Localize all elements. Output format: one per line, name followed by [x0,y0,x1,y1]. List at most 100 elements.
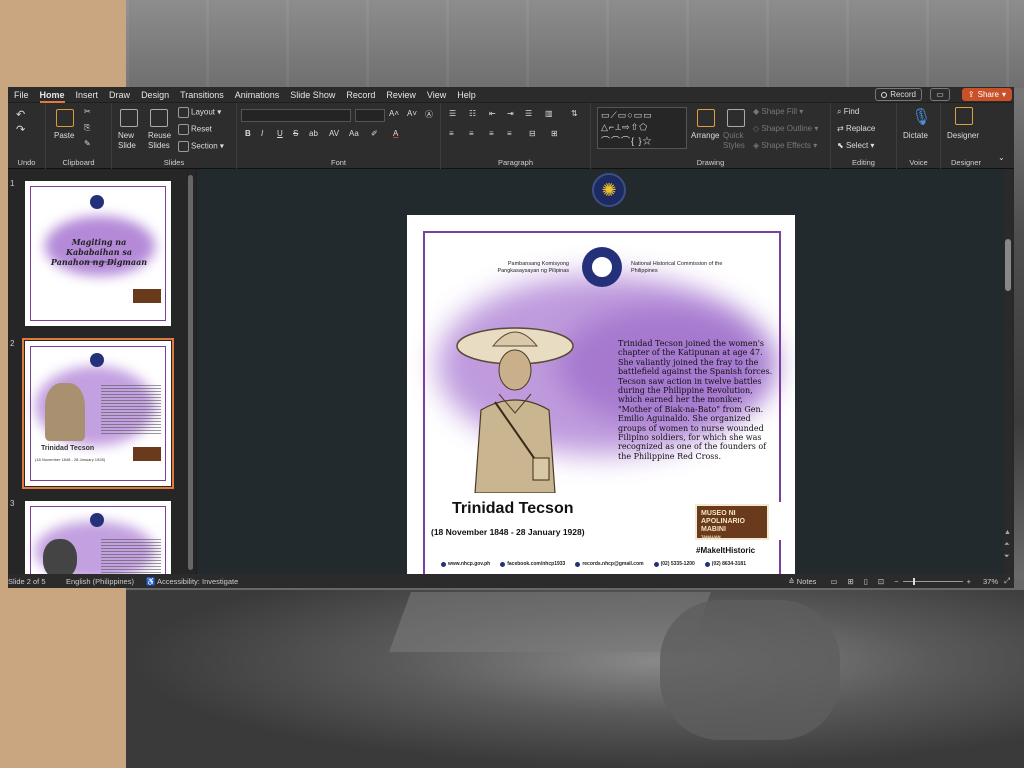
quick-styles-button[interactable]: Quick Styles [723,131,749,151]
tab-animations[interactable]: Animations [235,90,280,100]
prev-slide-icon[interactable]: ⏶ [1004,541,1010,549]
sun-icon: ✺ [601,179,617,200]
tab-home[interactable]: Home [39,90,65,103]
tab-review[interactable]: Review [386,90,416,100]
layout-button[interactable]: Layout ▾ [178,107,221,118]
columns-icon[interactable]: ▥ [545,109,553,118]
comments-button[interactable]: ▭ [930,88,950,101]
underline-button[interactable]: U [277,129,283,138]
replace-button[interactable]: ⇄ Replace [837,124,875,133]
char-spacing-icon[interactable]: AV [329,129,339,138]
paste-label[interactable]: Paste [54,131,74,140]
shapes-gallery[interactable]: ▭⟋▭○▭▭ △⌐⟂⇨⇧⬠ ⌒⌒⌒{ }☆ [597,107,687,149]
italic-button[interactable]: I [261,129,263,138]
thumbnail-scrollbar[interactable] [188,175,193,570]
shadow-button[interactable]: ab [309,129,318,138]
language-indicator[interactable]: English (Philippines) [66,577,134,586]
record-button[interactable]: Record [875,88,922,101]
smartart-icon[interactable]: ⊞ [551,129,558,138]
designer-button[interactable]: Designer [947,131,979,140]
tab-record[interactable]: Record [346,90,375,100]
shape-outline-button[interactable]: ◇ Shape Outline ▾ [753,124,818,133]
dictate-button[interactable]: Dictate [903,131,928,140]
zoom-out-icon[interactable]: − [894,577,898,586]
shape-fill-button[interactable]: ◆ Shape Fill ▾ [753,107,803,116]
microphone-icon[interactable]: 🎙 [911,107,931,127]
next-slide-icon[interactable]: ⏷ [1004,553,1010,561]
zoom-slider-thumb[interactable] [912,577,915,585]
align-right-icon[interactable]: ≡ [489,129,494,138]
tab-insert[interactable]: Insert [76,90,99,100]
slideshow-icon[interactable]: ⊡ [878,577,884,586]
slide-thumbnail-1[interactable]: Magiting na Kababaihan sa Panahon ng Dig… [25,181,171,326]
thumb2-portrait [45,383,85,441]
arrange-button[interactable]: Arrange [691,131,719,140]
justify-icon[interactable]: ≡ [507,129,512,138]
slide-thumbnail-2[interactable]: Trinidad Tecson (18 November 1848 - 28 J… [22,338,174,489]
align-left-icon[interactable]: ≡ [449,129,454,138]
font-family-select[interactable] [241,109,351,122]
tab-draw[interactable]: Draw [109,90,130,100]
reuse-slides-icon[interactable] [150,109,168,127]
tab-file[interactable]: File [14,90,29,100]
text-direction-icon[interactable]: ⇅ [571,109,578,118]
line-spacing-icon[interactable]: ☰ [525,109,532,118]
accessibility-indicator[interactable]: ♿ Accessibility: Investigate [146,577,238,586]
zoom-in-icon[interactable]: + [967,577,971,586]
fit-slide-icon[interactable]: ⤢ [1004,576,1010,586]
tab-view[interactable]: View [427,90,446,100]
grow-font-icon[interactable]: A˄ [389,109,399,118]
change-case-icon[interactable]: Aa [349,129,359,138]
clear-format-icon[interactable]: Ⓐ [425,109,433,120]
reuse-slides-button[interactable]: Reuse Slides [148,131,178,151]
new-slide-button[interactable]: New Slide [118,131,144,151]
cut-icon[interactable]: ✂ [84,107,91,116]
align-text-icon[interactable]: ⊟ [529,129,536,138]
new-slide-icon[interactable] [120,109,138,127]
paste-icon[interactable] [56,109,74,127]
reading-view-icon[interactable]: ▯ [864,577,868,586]
align-center-icon[interactable]: ≡ [469,129,474,138]
find-button[interactable]: ⌕ Find [837,107,859,117]
tab-help[interactable]: Help [457,90,476,100]
copy-icon[interactable]: ⎘ [84,123,90,133]
tab-slide-show[interactable]: Slide Show [290,90,335,100]
shape-effects-button[interactable]: ◈ Shape Effects ▾ [753,141,817,150]
zoom-slider[interactable] [902,577,963,585]
editor-vertical-scrollbar[interactable]: ▲ ⏶ ⏷ [1004,169,1012,574]
slide-thumbnail-3[interactable] [25,501,171,574]
normal-view-icon[interactable]: ▭ [830,577,837,586]
thumb2-logo [90,353,104,367]
font-size-select[interactable] [355,109,385,122]
select-button[interactable]: ⬉ Select ▾ [837,141,874,150]
collapse-ribbon-icon[interactable]: ⌄ [998,153,1005,162]
zoom-level[interactable]: 37% [983,577,998,586]
tab-transitions[interactable]: Transitions [180,90,224,100]
decrease-indent-icon[interactable]: ⇤ [489,109,496,118]
font-color-icon[interactable]: A [393,129,398,138]
notes-button[interactable]: ≙ Notes [788,577,816,586]
editor-scrollbar-thumb[interactable] [1005,239,1011,291]
tab-design[interactable]: Design [141,90,169,100]
shrink-font-icon[interactable]: A˅ [407,109,417,118]
redo-icon[interactable]: ↷ [16,123,25,136]
scroll-up-icon[interactable]: ▲ [1004,529,1011,536]
format-painter-icon[interactable]: ✎ [84,139,91,148]
share-button[interactable]: ⇪ Share ▾ [961,88,1012,101]
numbering-icon[interactable]: ☷ [469,109,476,118]
reset-button[interactable]: Reset [178,124,212,135]
section-button[interactable]: Section ▾ [178,141,224,152]
undo-icon[interactable]: ↶ [16,108,25,121]
bullets-icon[interactable]: ☰ [449,109,456,118]
bold-button[interactable]: B [245,129,251,138]
arrange-icon[interactable] [697,109,715,127]
current-slide[interactable]: Pambansang Komisyong Pangkasaysayan ng P… [407,215,795,574]
font-group-label: Font [330,158,346,167]
quick-styles-icon[interactable] [727,109,745,127]
highlight-icon[interactable]: ✐ [371,129,378,138]
increase-indent-icon[interactable]: ⇥ [507,109,514,118]
designer-icon[interactable] [955,107,973,125]
slide-sorter-icon[interactable]: ⊞ [847,577,853,586]
strikethrough-button[interactable]: S [293,129,298,138]
org-name-filipino: Pambansang Komisyong Pangkasaysayan ng P… [497,261,569,274]
